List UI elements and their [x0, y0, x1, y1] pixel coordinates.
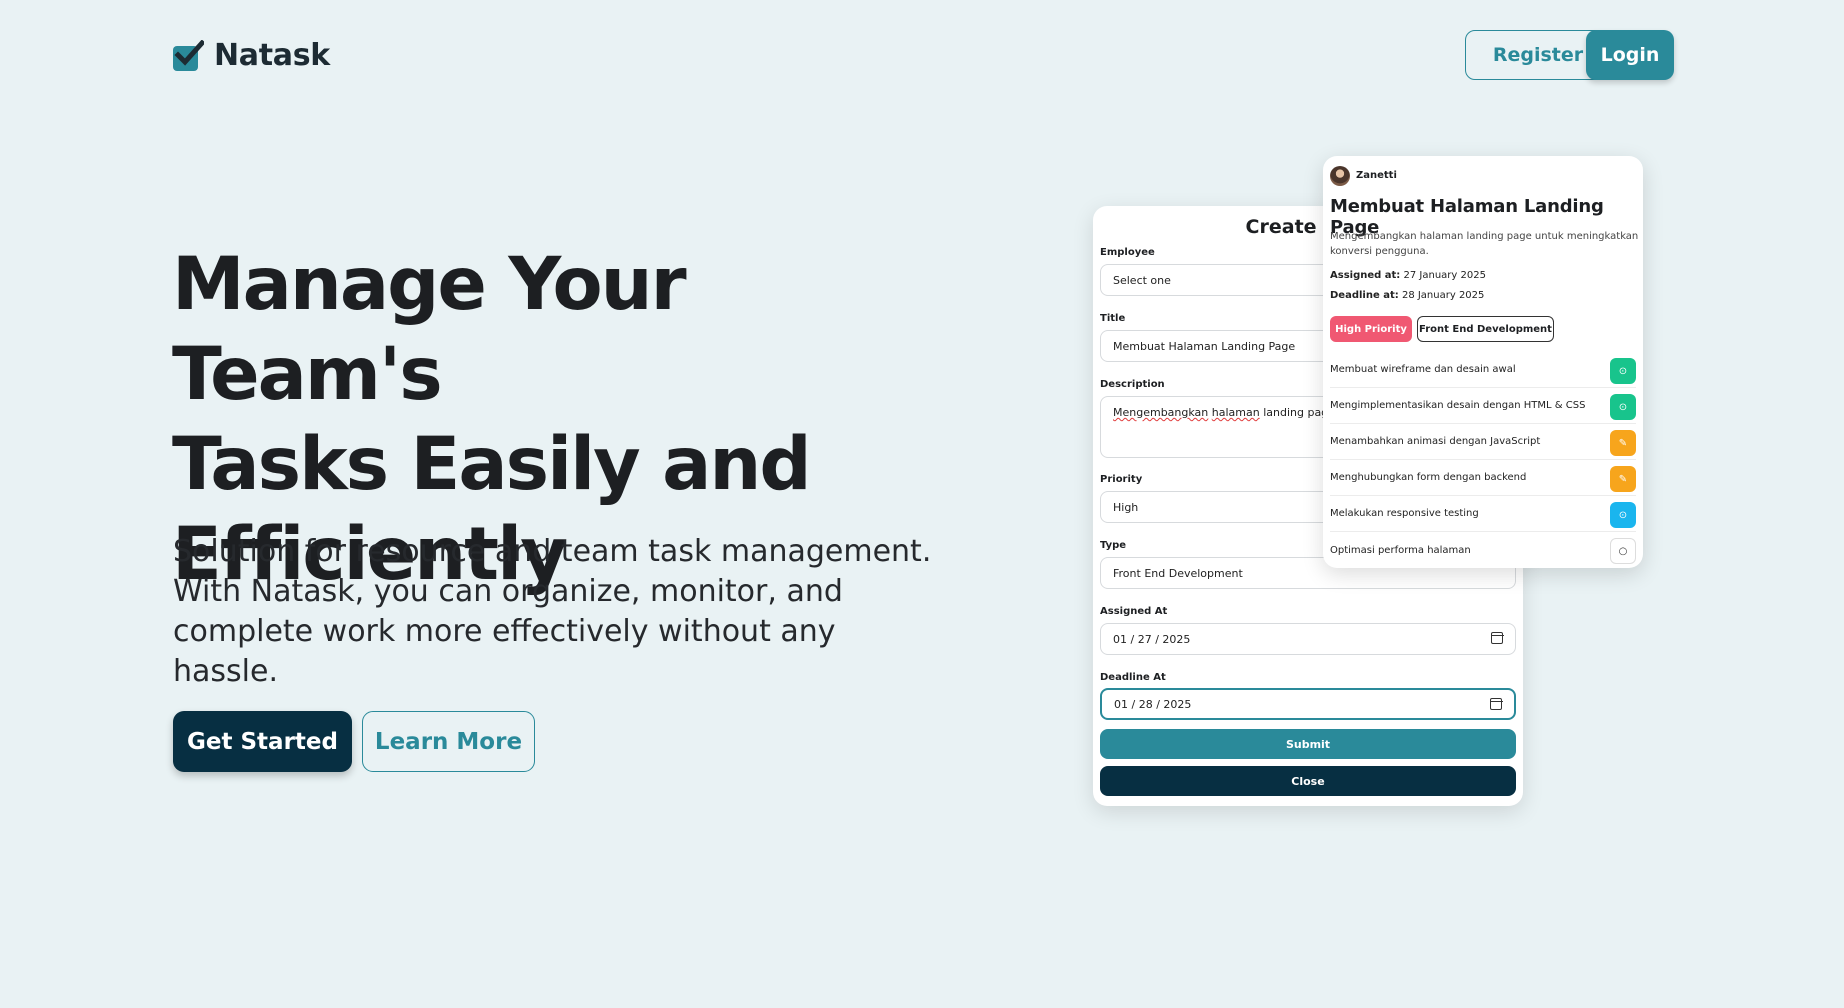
- subtask-item: Melakukan responsive testing ⊙: [1330, 496, 1636, 532]
- description-label: Description: [1100, 379, 1165, 390]
- subtask-label: Mengimplementasikan desain dengan HTML &…: [1330, 400, 1586, 411]
- subtask-label: Menambahkan animasi dengan JavaScript: [1330, 436, 1541, 447]
- subtask-item: Membuat wireframe dan desain awal ⊙: [1330, 352, 1636, 388]
- type-label: Type: [1100, 540, 1127, 551]
- task-detail-card: Zanetti Membuat Halaman Landing Page Men…: [1323, 156, 1643, 568]
- get-started-button[interactable]: Get Started: [173, 711, 352, 772]
- task-description: Mengembangkan halaman landing page untuk…: [1330, 231, 1639, 257]
- close-button[interactable]: Close: [1100, 766, 1516, 796]
- submit-button[interactable]: Submit: [1100, 729, 1516, 759]
- type-badge: Front End Development: [1417, 316, 1554, 342]
- deadline-at-meta-value: 28 January 2025: [1401, 290, 1485, 301]
- assigned-at-meta-value: 27 January 2025: [1403, 270, 1486, 281]
- brand-name: Natask: [214, 38, 330, 73]
- calendar-icon[interactable]: [1490, 632, 1504, 644]
- assigned-at-value: 01 / 27 / 2025: [1113, 632, 1191, 646]
- priority-select-value: High: [1113, 500, 1139, 514]
- priority-label: Priority: [1100, 474, 1143, 485]
- learn-more-button[interactable]: Learn More: [362, 711, 535, 772]
- hero-title-line: Tasks Easily and: [172, 422, 812, 507]
- subtask-label: Optimasi performa halaman: [1330, 544, 1471, 556]
- description-word: Mengembangkan: [1113, 406, 1209, 419]
- subtask-item: Mengimplementasikan desain dengan HTML &…: [1330, 388, 1636, 424]
- deadline-at-date-input[interactable]: 01 / 28 / 2025: [1100, 688, 1516, 720]
- deadline-at-value: 01 / 28 / 2025: [1114, 697, 1192, 711]
- title-input-value: Membuat Halaman Landing Page: [1113, 339, 1296, 353]
- deadline-at-meta: Deadline at: 28 January 2025: [1330, 290, 1484, 301]
- employee-select-value: Select one: [1113, 273, 1171, 287]
- subtask-label: Melakukan responsive testing: [1330, 508, 1479, 519]
- subtask-item: Menghubungkan form dengan backend ✎: [1330, 460, 1636, 496]
- assigned-at-meta: Assigned at: 27 January 2025: [1330, 270, 1486, 281]
- check-circle-icon[interactable]: ⊙: [1610, 502, 1636, 528]
- hero-subtitle: Solution for resource and team task mana…: [173, 532, 933, 692]
- pencil-icon[interactable]: ✎: [1610, 430, 1636, 456]
- description-word: halaman: [1211, 406, 1260, 419]
- hero-title-line: Manage Your Team's: [172, 242, 687, 417]
- subtask-label: Membuat wireframe dan desain awal: [1330, 364, 1516, 375]
- assignee-name: Zanetti: [1356, 170, 1397, 181]
- deadline-at-meta-label: Deadline at:: [1330, 290, 1399, 301]
- subtask-label: Menghubungkan form dengan backend: [1330, 472, 1527, 483]
- subtask-item: Menambahkan animasi dengan JavaScript ✎: [1330, 424, 1636, 460]
- hero-subtitle-line: complete work more effectively without a…: [173, 614, 836, 689]
- hero-subtitle-line: With Natask, you can organize, monitor, …: [173, 574, 843, 609]
- type-input-value: Front End Development: [1113, 566, 1243, 580]
- assigned-at-label: Assigned At: [1100, 606, 1168, 617]
- assigned-at-meta-label: Assigned at:: [1330, 270, 1401, 281]
- checkbox-logo-icon: [173, 39, 204, 71]
- subtask-item: Optimasi performa halaman ○: [1330, 532, 1636, 568]
- employee-label: Employee: [1100, 247, 1155, 258]
- priority-badge: High Priority: [1330, 316, 1412, 342]
- check-circle-icon[interactable]: ⊙: [1610, 358, 1636, 384]
- pencil-icon[interactable]: ✎: [1610, 466, 1636, 492]
- check-circle-icon[interactable]: ⊙: [1610, 394, 1636, 420]
- deadline-at-label: Deadline At: [1100, 672, 1166, 683]
- assigned-at-date-input[interactable]: 01 / 27 / 2025: [1100, 623, 1516, 655]
- avatar: [1330, 166, 1350, 186]
- brand-logo[interactable]: Natask: [172, 38, 330, 73]
- login-button[interactable]: Login: [1586, 30, 1674, 80]
- title-label: Title: [1100, 313, 1126, 324]
- circle-icon[interactable]: ○: [1610, 538, 1636, 564]
- hero-subtitle-line: Solution for resource and team task mana…: [173, 534, 932, 569]
- calendar-icon[interactable]: [1489, 698, 1503, 710]
